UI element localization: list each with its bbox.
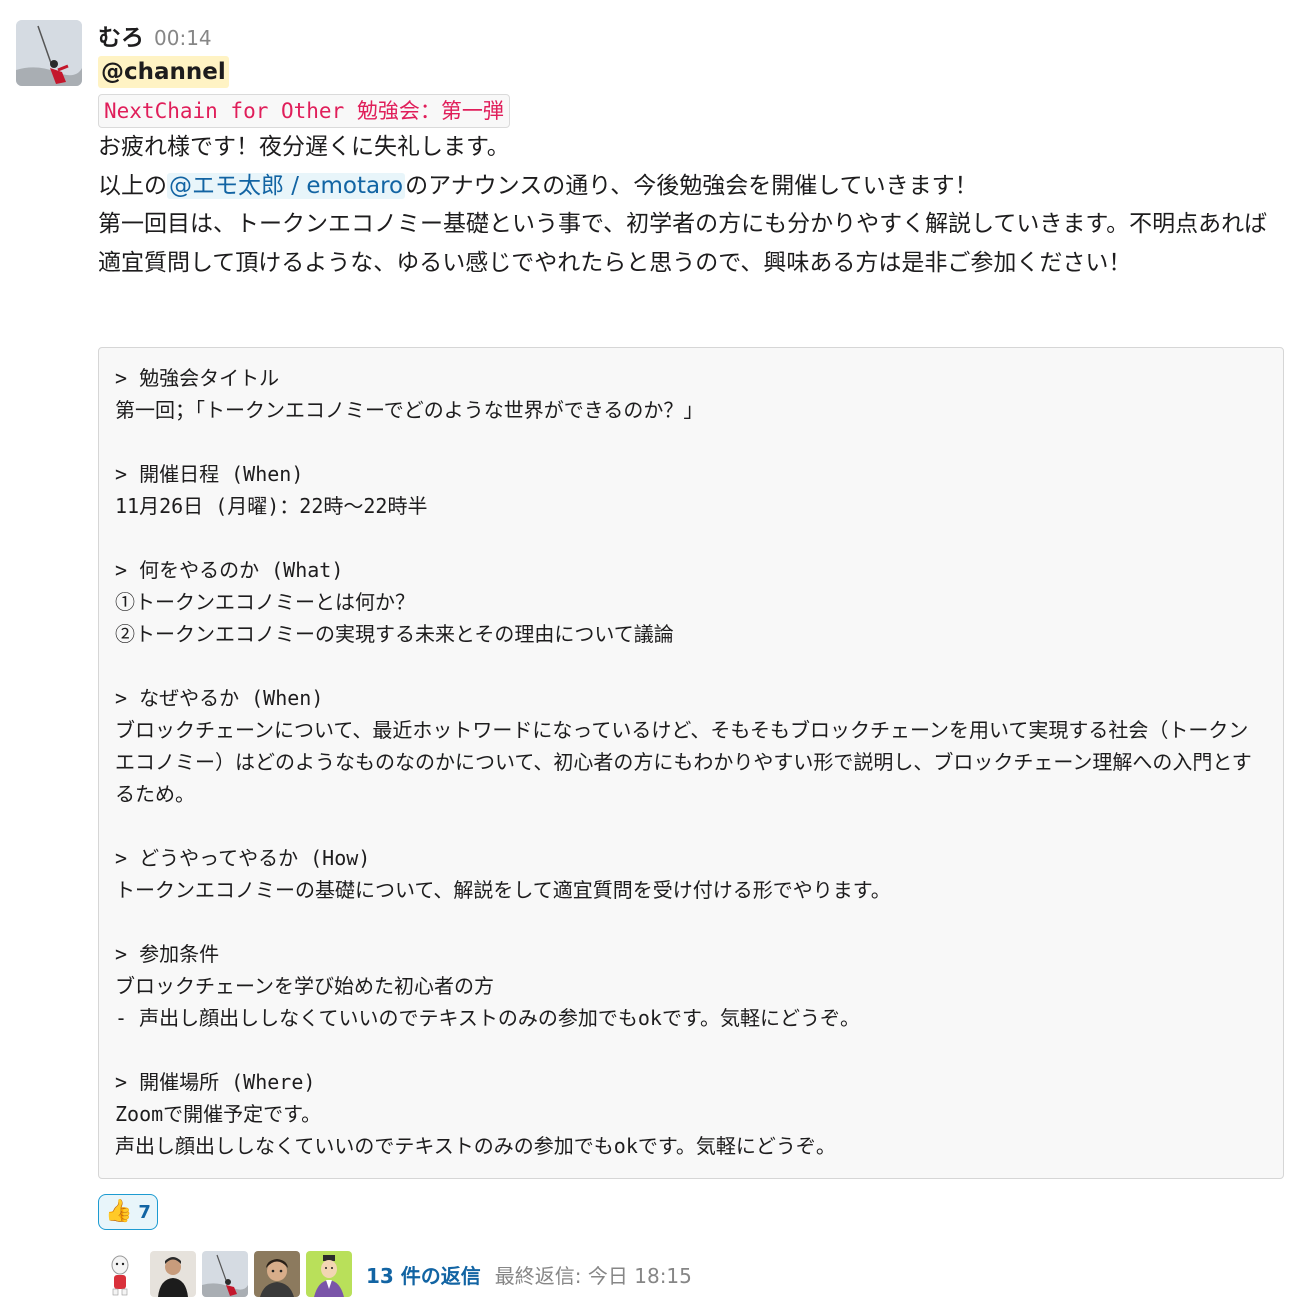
thread-avatar-2[interactable]	[150, 1251, 196, 1297]
author-name[interactable]: むろ	[98, 18, 144, 52]
code-block: > 勉強会タイトル 第一回；「トークンエコノミーでどのような世界ができるのか？」…	[98, 347, 1284, 1179]
channel-mention: @channel	[98, 56, 229, 88]
thread-avatar-1[interactable]	[98, 1251, 144, 1297]
message: むろ 00:14 @channel NextChain for Other 勉強…	[0, 0, 1298, 1297]
message-line-2-after: のアナウンスの通り、今後勉強会を開催していきます！	[405, 172, 978, 199]
thread-avatar-4[interactable]	[254, 1251, 300, 1297]
inline-code: NextChain for Other 勉強会：第一弾	[98, 94, 510, 128]
message-timestamp[interactable]: 00:14	[154, 26, 212, 50]
message-body: お疲れ様です！夜分遅くに失礼します。 以上の@エモ太郎 / emotaroのアナ…	[98, 128, 1278, 282]
thread-summary[interactable]: 13 件の返信 最終返信: 今日 18:15	[98, 1250, 692, 1298]
thumbs-up-icon: 👍	[105, 1199, 133, 1224]
thread-avatar-5[interactable]	[306, 1251, 352, 1297]
last-reply-time: 最終返信: 今日 18:15	[494, 1263, 692, 1288]
reactions-bar: 👍 7	[98, 1194, 158, 1230]
user-mention[interactable]: @エモ太郎 / emotaro	[167, 172, 406, 199]
thread-avatar-3[interactable]	[202, 1251, 248, 1297]
reaction-count: 7	[138, 1201, 151, 1223]
message-content: むろ 00:14 @channel NextChain for Other 勉強…	[98, 18, 1286, 1297]
message-line-2-before: 以上の	[98, 172, 167, 199]
reply-count-link[interactable]: 13 件の返信	[366, 1260, 481, 1289]
reaction-thumbs-up[interactable]: 👍 7	[98, 1194, 158, 1230]
message-line-1: お疲れ様です！夜分遅くに失礼します。	[98, 134, 510, 160]
message-line-3: 第一回目は、トークンエコノミー基礎という事で、初学者の方にも分かりやすく解説して…	[98, 211, 1268, 276]
message-header: むろ 00:14	[98, 18, 1286, 54]
message-line-2: 以上の@エモ太郎 / emotaroのアナウンスの通り、今後勉強会を開催していき…	[98, 167, 1278, 206]
author-avatar[interactable]	[16, 20, 82, 86]
